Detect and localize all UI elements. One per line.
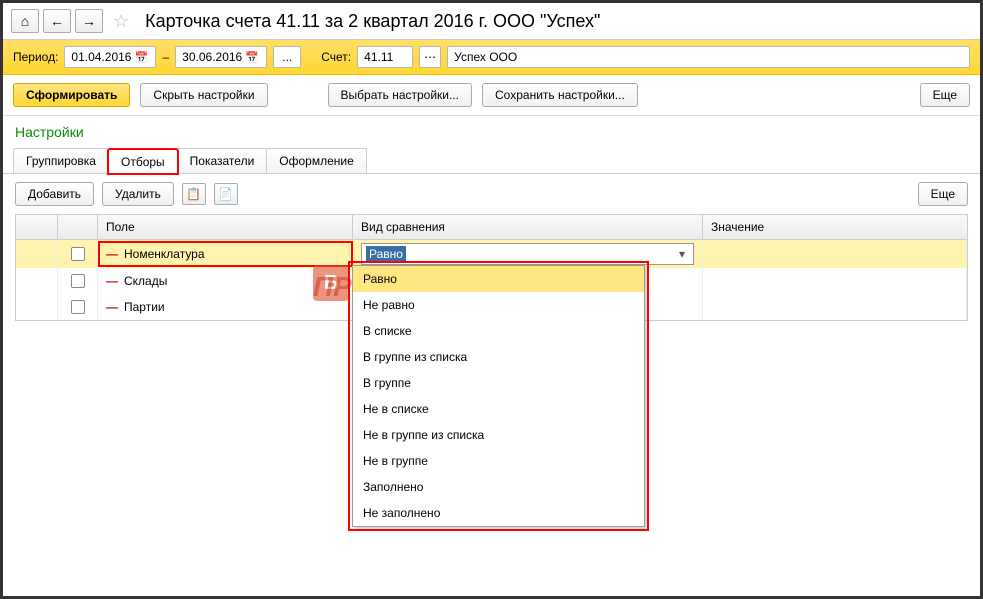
calendar-icon[interactable]: 📅 [244, 49, 260, 65]
favorite-icon[interactable]: ☆ [113, 11, 129, 32]
period-picker-button[interactable]: ... [273, 46, 301, 68]
toolbar-icon-1[interactable]: 📋 [182, 183, 206, 205]
field-cell: Номенклатура [124, 247, 205, 261]
chevron-down-icon[interactable]: ▾ [675, 247, 689, 261]
tab-filters[interactable]: Отборы [108, 149, 178, 174]
dropdown-option[interactable]: Равно [353, 266, 644, 292]
watermark-logo: Б [313, 265, 349, 301]
table-row[interactable]: —Номенклатура Равно ▾ Равно Не равно В с… [16, 240, 967, 268]
header-value[interactable]: Значение [703, 215, 967, 239]
form-button[interactable]: Сформировать [13, 83, 130, 107]
tab-design[interactable]: Оформление [266, 148, 366, 173]
save-settings-button[interactable]: Сохранить настройки... [482, 83, 638, 107]
top-nav-bar: ⌂ ← → ☆ Карточка счета 41.11 за 2 кварта… [3, 3, 980, 40]
field-cell: Партии [124, 300, 165, 314]
action-bar: Сформировать Скрыть настройки Выбрать на… [3, 75, 980, 116]
tab-indicators[interactable]: Показатели [177, 148, 268, 173]
forward-button[interactable]: → [75, 9, 103, 33]
back-button[interactable]: ← [43, 9, 71, 33]
account-picker-button[interactable]: ⋯ [419, 46, 441, 68]
dropdown-option[interactable]: В группе [353, 370, 644, 396]
period-to-input[interactable]: 30.06.2016📅 [175, 46, 267, 68]
grid-header: Поле Вид сравнения Значение [15, 214, 968, 240]
dropdown-option[interactable]: Не в группе [353, 448, 644, 474]
settings-heading: Настройки [3, 116, 980, 148]
row-checkbox[interactable] [71, 300, 85, 314]
period-from-input[interactable]: 01.04.2016📅 [64, 46, 156, 68]
organization-input[interactable]: Успех ООО [447, 46, 970, 68]
minus-icon: — [106, 300, 118, 314]
add-button[interactable]: Добавить [15, 182, 94, 206]
header-field[interactable]: Поле [98, 215, 353, 239]
grid-toolbar: Добавить Удалить 📋 📄 Еще [3, 174, 980, 214]
dropdown-option[interactable]: Не в группе из списка [353, 422, 644, 448]
row-checkbox[interactable] [71, 274, 85, 288]
home-button[interactable]: ⌂ [11, 9, 39, 33]
choose-settings-button[interactable]: Выбрать настройки... [328, 83, 472, 107]
account-label: Счет: [321, 50, 351, 64]
row-checkbox[interactable] [71, 247, 85, 261]
dropdown-option[interactable]: Не в списке [353, 396, 644, 422]
field-cell: Склады [124, 274, 167, 288]
dropdown-option[interactable]: Не равно [353, 292, 644, 318]
minus-icon: — [106, 274, 118, 288]
more-button-2[interactable]: Еще [918, 182, 968, 206]
dropdown-option[interactable]: Не заполнено [353, 500, 644, 526]
compare-dropdown[interactable]: Равно ▾ [361, 243, 694, 265]
minus-icon: — [106, 247, 118, 261]
delete-button[interactable]: Удалить [102, 182, 174, 206]
more-button[interactable]: Еще [920, 83, 970, 107]
header-compare[interactable]: Вид сравнения [353, 215, 703, 239]
hide-settings-button[interactable]: Скрыть настройки [140, 83, 267, 107]
period-label: Период: [13, 50, 58, 64]
dropdown-option[interactable]: Заполнено [353, 474, 644, 500]
compare-dropdown-list: Равно Не равно В списке В группе из спис… [352, 265, 645, 527]
filter-grid: Поле Вид сравнения Значение — Номенклатур… [15, 214, 968, 321]
dropdown-option[interactable]: В списке [353, 318, 644, 344]
filter-bar: Период: 01.04.2016📅 – 30.06.2016📅 ... Сч… [3, 40, 980, 75]
calendar-icon[interactable]: 📅 [133, 49, 149, 65]
tabs-bar: Группировка Отборы Показатели Оформление [3, 148, 980, 174]
dropdown-option[interactable]: В группе из списка [353, 344, 644, 370]
page-title: Карточка счета 41.11 за 2 квартал 2016 г… [145, 11, 600, 32]
account-input[interactable]: 41.11 [357, 46, 413, 68]
tab-grouping[interactable]: Группировка [13, 148, 109, 173]
toolbar-icon-2[interactable]: 📄 [214, 183, 238, 205]
period-dash: – [162, 50, 169, 64]
